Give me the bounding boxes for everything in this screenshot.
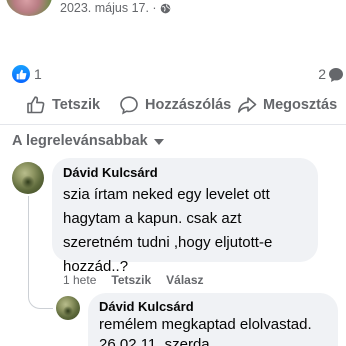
comment-button-label: Hozzászólás [145, 97, 232, 113]
comment-bubble-icon [329, 68, 343, 82]
reply-text: remélem megkaptad elolvastad. 26.02.11. … [99, 316, 312, 346]
reaction-count[interactable]: 1 [34, 66, 42, 82]
comment-reply-link[interactable]: Válasz [166, 273, 203, 287]
thumbs-up-outline-icon [27, 96, 45, 114]
post-timestamp[interactable]: 2023. május 17. · [60, 0, 171, 16]
like-button-label: Tetszik [52, 97, 101, 113]
comment-outline-icon [120, 96, 138, 115]
comment-button[interactable]: Hozzászólás [119, 94, 231, 116]
globe-icon [160, 3, 170, 13]
facebook-post-comments: 2023. május 17. · 1 2 Tetszik Hozzászólá… [0, 0, 346, 346]
avatar[interactable] [12, 162, 44, 194]
post-author-avatar[interactable] [6, 0, 52, 16]
comment-like-link[interactable]: Tetszik [111, 273, 151, 287]
comment-bubble: Dávid Kulcsárd szia írtam neked egy leve… [52, 158, 318, 275]
avatar[interactable] [56, 296, 80, 320]
comment-sort-dropdown[interactable]: A legrelevánsabbak [12, 131, 164, 151]
reply-bubble: Dávid Kulcsárd remélem megkaptad elolvas… [88, 293, 338, 346]
comment-count[interactable]: 2 [318, 66, 326, 82]
comment-text: szia írtam neked egy levelet ott hagytam… [63, 186, 273, 275]
thumbs-up-icon[interactable] [12, 65, 30, 83]
comment-time[interactable]: 1 hete [63, 273, 96, 287]
comment-meta: 1 hete Tetszik Válasz [63, 272, 219, 288]
reactions-summary: 1 2 [0, 64, 346, 84]
reply-author[interactable]: Dávid Kulcsárd [99, 299, 194, 314]
chevron-down-icon [153, 139, 164, 145]
share-button-label: Megosztás [263, 97, 338, 113]
reply-thread-connector [28, 292, 53, 309]
sort-label: A legrelevánsabbak [12, 133, 148, 149]
post-date-text: 2023. május 17. · [60, 1, 157, 15]
comment-author[interactable]: Dávid Kulcsárd [63, 165, 158, 180]
share-button[interactable]: Megosztás [237, 94, 337, 116]
reply-thread-line [28, 196, 29, 292]
post-action-bar: Tetszik Hozzászólás Megosztás [0, 94, 346, 116]
like-button[interactable]: Tetszik [26, 94, 100, 116]
share-arrow-icon [238, 97, 257, 113]
section-divider [0, 124, 346, 125]
